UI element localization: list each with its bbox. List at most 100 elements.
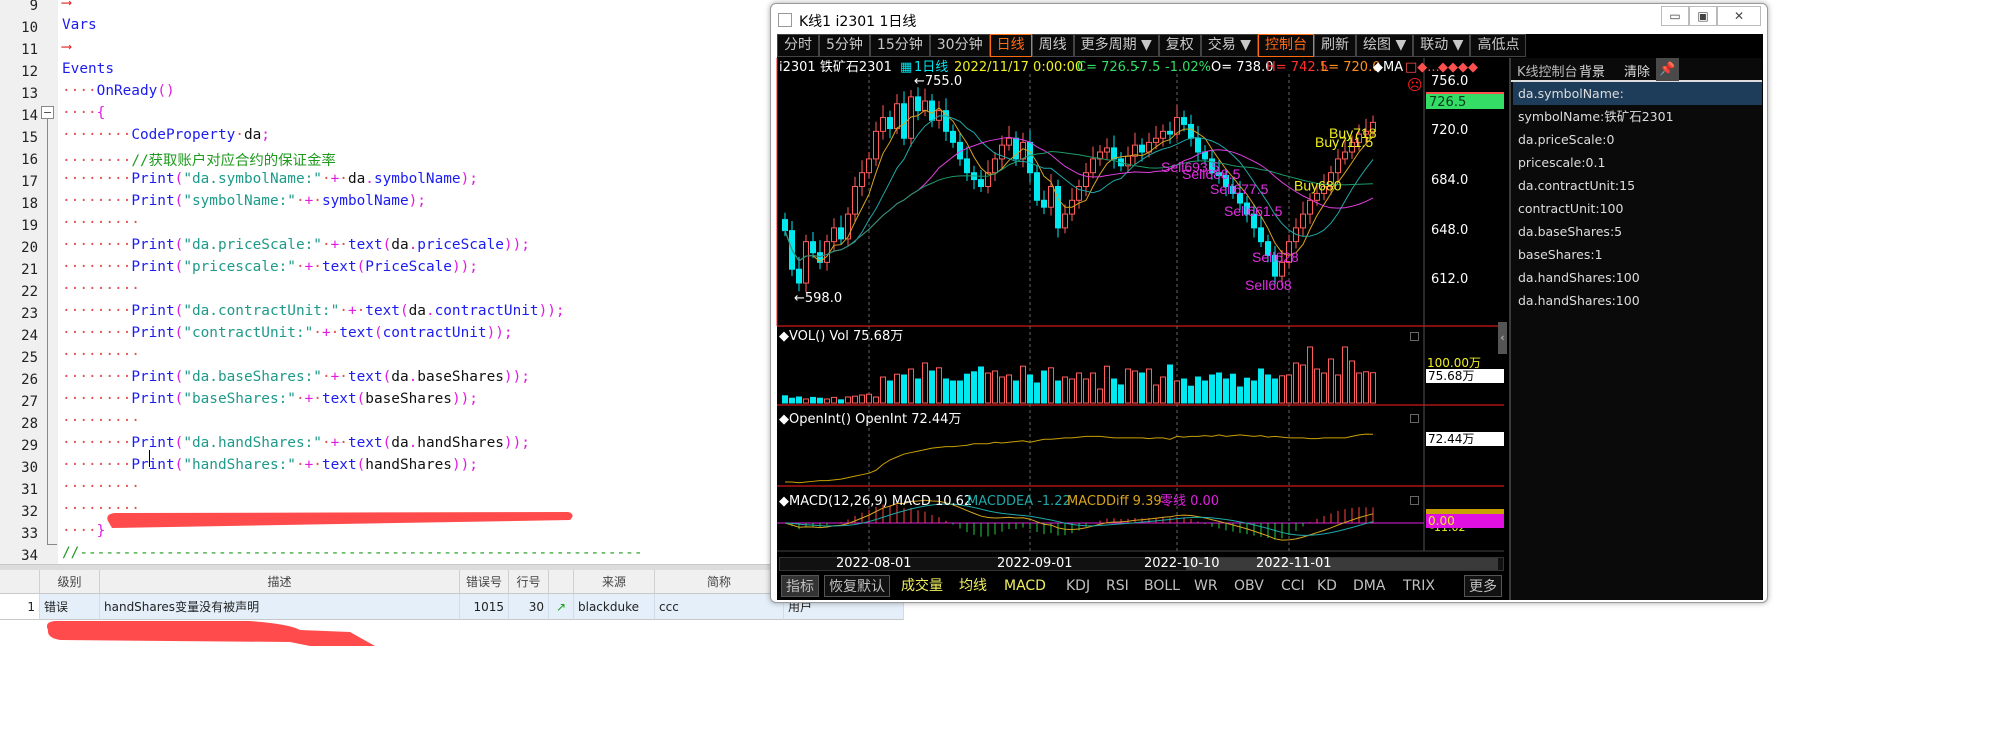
code-line[interactable]: ········· (62, 479, 140, 501)
console-line[interactable]: da.baseShares:5 (1513, 220, 1762, 243)
indicator-tab[interactable]: RSI (1106, 575, 1129, 597)
error-cell[interactable]: blackduke (574, 594, 655, 620)
clear-button[interactable]: 清除 (1624, 61, 1650, 80)
line-number: 18 (21, 196, 38, 212)
code-line[interactable]: Vars (62, 17, 97, 39)
trade-signal-label: Sell661.5 (1224, 203, 1283, 219)
line-number: 25 (21, 350, 38, 366)
code-token: Print (131, 369, 175, 385)
code-line[interactable]: ········Print("symbolName:"·+·symbolName… (62, 193, 426, 215)
console-line[interactable]: symbolName:铁矿石2301 (1513, 105, 1762, 128)
error-cell[interactable]: handShares变量没有被声明 (100, 594, 460, 620)
vol-settings-icon[interactable] (1410, 332, 1419, 341)
collapse-panel-button[interactable]: ‹ (1498, 322, 1507, 354)
indicator-tab[interactable]: WR (1194, 575, 1218, 597)
code-line[interactable]: ⟶ (62, 39, 71, 61)
indicator-tab[interactable]: KDJ (1066, 575, 1090, 597)
column-header[interactable]: 简称 (655, 570, 784, 594)
indicator-tab[interactable]: 指标 (781, 575, 819, 597)
line-number: 21 (21, 262, 38, 278)
code-line[interactable]: ········Print("da.symbolName:"·+·da.symb… (62, 171, 478, 193)
error-cell[interactable]: 30 (509, 594, 549, 620)
pushpin-icon[interactable]: 📌 (1656, 58, 1679, 81)
macd-settings-icon[interactable] (1410, 496, 1419, 505)
indicator-tab[interactable]: KD (1317, 575, 1337, 597)
column-header[interactable] (549, 570, 574, 594)
column-header[interactable]: 级别 (40, 570, 100, 594)
code-token: "da.priceScale:" (183, 237, 322, 253)
candle (782, 219, 788, 232)
jump-to-line-icon[interactable]: ↗ (549, 594, 574, 620)
indicator-tab[interactable]: 恢复默认 (824, 575, 890, 597)
code-line[interactable]: //--------------------------------------… (62, 545, 642, 564)
grid-icon[interactable]: ▦ (900, 60, 912, 76)
code-editor[interactable]: 9 10 11 12 13 14 15 16 17 18 19 20 21 22 23 24 25 26 27 28 2… (0, 0, 770, 564)
indicator-tab[interactable]: 均线 (959, 575, 987, 597)
code-line[interactable]: Events (62, 61, 114, 83)
code-line[interactable]: ····} (62, 523, 105, 545)
code-line[interactable]: ········Print("da.contractUnit:"·+·text(… (62, 303, 565, 325)
code-token: ( (174, 391, 184, 407)
error-cell[interactable]: 1 (0, 594, 40, 620)
openint-settings-icon[interactable] (1410, 414, 1419, 423)
code-line[interactable]: ····OnReady() (62, 83, 175, 105)
code-line[interactable]: ········Print("pricescale:"·+·text(Price… (62, 259, 478, 281)
volume-bar (1370, 372, 1376, 404)
code-line[interactable]: ········· (62, 281, 140, 303)
column-header[interactable]: 错误号 (460, 570, 509, 594)
console-line[interactable]: contractUnit:100 (1513, 197, 1762, 220)
code-token: da (391, 369, 409, 385)
console-line[interactable]: pricescale:0.1 (1513, 151, 1762, 174)
column-header[interactable]: 来源 (574, 570, 655, 594)
ma-indicator-label[interactable]: ◆MA (1373, 60, 1403, 76)
code-line[interactable]: ········Print("da.baseShares:"·+·text(da… (62, 369, 530, 391)
volume-bar (1293, 362, 1299, 404)
line-number: 23 (21, 306, 38, 322)
console-line[interactable]: da.symbolName: (1513, 82, 1762, 105)
console-line[interactable]: da.priceScale:0 (1513, 128, 1762, 151)
code-line[interactable]: ⟶ (62, 0, 71, 17)
volume-bar (1041, 370, 1047, 404)
console-line[interactable]: da.contractUnit:15 (1513, 174, 1762, 197)
indicator-tab[interactable]: OBV (1234, 575, 1264, 597)
indicator-tab[interactable]: MACD (1004, 575, 1046, 597)
code-line[interactable]: ········Print("da.handShares:"·+·text(da… (62, 435, 530, 457)
console-line[interactable]: da.handShares:100 (1513, 289, 1762, 312)
console-line[interactable]: da.handShares:100 (1513, 266, 1762, 289)
indicator-tab[interactable]: 成交量 (901, 575, 943, 597)
code-line[interactable]: ········· (62, 501, 140, 523)
code-line[interactable]: ········· (62, 413, 140, 435)
code-line[interactable]: ········Print("da.priceScale:"·+·text(da… (62, 237, 530, 259)
column-header[interactable]: 行号 (509, 570, 549, 594)
time-scrollbar-thumb[interactable] (1186, 558, 1498, 570)
code-line[interactable]: ········Print("contractUnit:"·+·text(con… (62, 325, 513, 347)
indicator-tab[interactable]: 更多 (1464, 575, 1502, 597)
indicator-tab[interactable]: DMA (1353, 575, 1385, 597)
code-line[interactable]: ········CodeProperty·da; (62, 127, 270, 149)
kline-window[interactable]: K线1 i2301 1日线 ▭ ▣ ✕ 分时 5分钟 15分钟 30分钟 日线 周线 更多周… (770, 3, 1768, 603)
indicator-tab[interactable]: BOLL (1144, 575, 1180, 597)
error-cell[interactable]: 错误 (40, 594, 100, 620)
fold-toggle-icon[interactable] (41, 106, 54, 119)
console-line[interactable]: baseShares:1 (1513, 243, 1762, 266)
code-token: . (425, 303, 435, 319)
code-line[interactable]: ········· (62, 215, 140, 237)
error-cell[interactable]: 1015 (460, 594, 509, 620)
error-cell[interactable]: ccc (655, 594, 784, 620)
volume-bar (1223, 378, 1229, 404)
code-line[interactable]: ········· (62, 347, 140, 369)
code-line[interactable]: ····{ (62, 105, 105, 127)
code-token: · (321, 369, 331, 385)
candle (1090, 158, 1096, 174)
column-header[interactable] (0, 570, 40, 594)
background-button[interactable]: 背景 (1579, 61, 1605, 80)
column-header[interactable]: 描述 (100, 570, 460, 594)
code-token: ········ (62, 237, 132, 253)
indicator-tab[interactable]: CCI (1281, 575, 1305, 597)
code-line[interactable]: ········//获取账户对应合约的保证金率 (62, 149, 336, 171)
code-line[interactable]: ········Print("baseShares:"·+·text(baseS… (62, 391, 478, 413)
indicator-tab[interactable]: TRIX (1403, 575, 1435, 597)
code-token: "symbolName:" (183, 193, 296, 209)
code-line[interactable]: ········Print("handShares:"·+·text(handS… (62, 457, 478, 479)
volume-bar (1195, 376, 1201, 404)
